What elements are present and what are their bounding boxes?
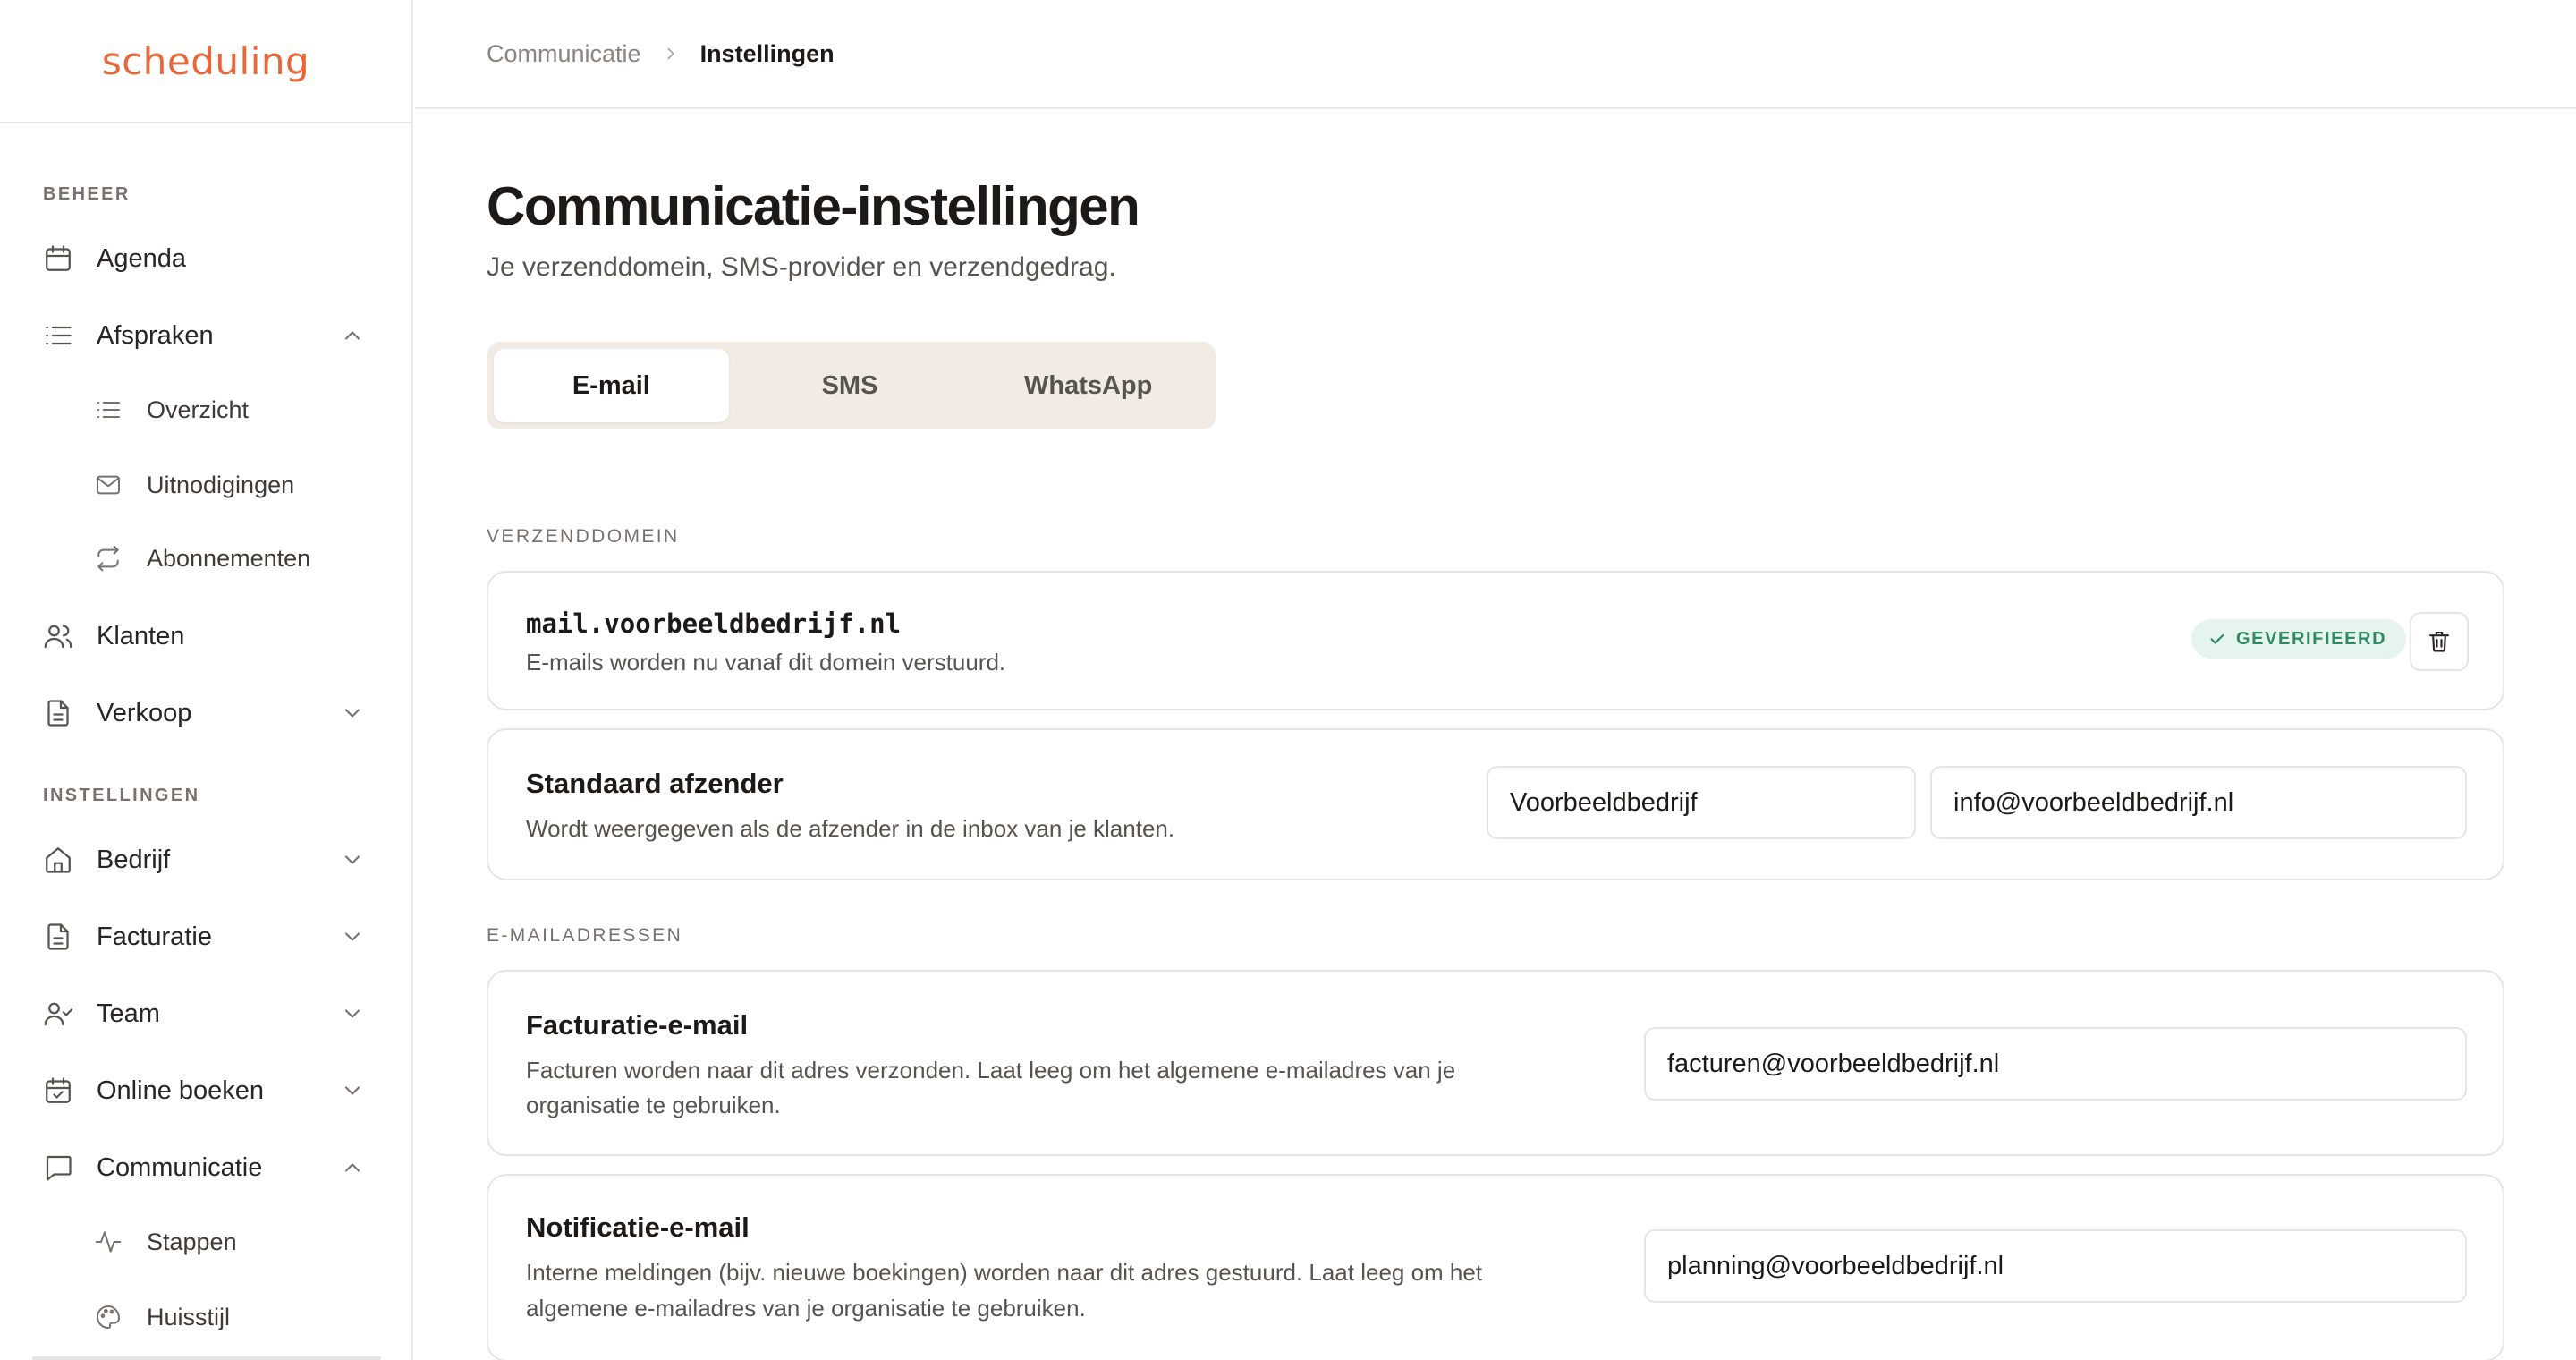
default-sender-description: Wordt weergegeven als de afzender in de … — [526, 815, 1175, 842]
brand-logo[interactable]: scheduling — [102, 39, 309, 83]
sidebar-item-afspraken[interactable]: Afspraken — [36, 306, 377, 365]
sidebar-item-klanten[interactable]: Klanten — [36, 607, 377, 666]
sidebar-item-label: Verkoop — [97, 698, 192, 727]
breadcrumb: Communicatie Instellingen — [415, 0, 2576, 109]
sidebar-section-instellingen: INSTELLINGEN — [43, 786, 200, 805]
sidebar-item-label: Uitnodigingen — [147, 471, 295, 498]
tab-email[interactable]: E-mail — [494, 349, 729, 422]
sidebar-subitem-huisstijl[interactable]: Huisstijl — [93, 1290, 377, 1344]
sidebar-item-label: Abonnementen — [147, 544, 311, 572]
delete-domain-button[interactable] — [2410, 612, 2469, 671]
message-icon — [41, 1151, 75, 1185]
activity-icon — [93, 1227, 123, 1257]
sender-email-input[interactable] — [1930, 766, 2467, 839]
sidebar-item-bedrijf[interactable]: Bedrijf — [36, 830, 377, 889]
sidebar-item-communicatie[interactable]: Communicatie — [36, 1138, 377, 1197]
repeat-icon — [93, 543, 123, 574]
document-icon — [41, 696, 75, 730]
sidebar-item-label: Facturatie — [97, 922, 212, 951]
user-check-icon — [41, 997, 75, 1031]
trash-icon — [2428, 631, 2450, 652]
chevron-up-icon — [344, 331, 360, 340]
billing-email-title: Facturatie-e-mail — [526, 1009, 749, 1041]
default-sender-card: Standaard afzender Wordt weergegeven als… — [487, 728, 2504, 880]
page-subtitle: Je verzenddomein, SMS-provider en verzen… — [487, 252, 1116, 282]
sidebar-subitem-uitnodigingen[interactable]: Uitnodigingen — [93, 458, 377, 512]
chevron-down-icon — [344, 855, 360, 864]
sidebar-item-label: Klanten — [97, 621, 185, 650]
calendar-icon — [41, 242, 75, 276]
sidebar-item-label: Agenda — [97, 243, 186, 273]
tab-sms[interactable]: SMS — [733, 349, 968, 422]
calendar-check-icon — [41, 1074, 75, 1108]
sidebar-item-label: Overzicht — [147, 395, 250, 423]
document-icon — [41, 920, 75, 954]
sidebar-item-team[interactable]: Team — [36, 984, 377, 1043]
notification-email-description-line1: Interne meldingen (bijv. nieuwe boekinge… — [526, 1259, 1483, 1286]
sender-name-input[interactable] — [1487, 766, 1916, 839]
notification-email-title: Notificatie-e-mail — [526, 1211, 750, 1243]
palette-icon — [93, 1302, 123, 1332]
breadcrumb-current: Instellingen — [699, 39, 835, 67]
sidebar-item-label: Huisstijl — [147, 1303, 231, 1330]
sidebar-item-label: Afspraken — [97, 320, 214, 350]
billing-email-input[interactable] — [1644, 1027, 2467, 1101]
chevron-down-icon — [344, 1086, 360, 1095]
home-icon — [41, 843, 75, 877]
mail-icon — [93, 470, 123, 500]
chevron-down-icon — [344, 932, 360, 941]
status-badge: GEVERIFIEERD — [2191, 619, 2407, 659]
channel-tabs: E-mail SMS WhatsApp — [487, 342, 1216, 429]
check-icon — [2210, 633, 2224, 644]
sidebar-item-label: Online boeken — [97, 1075, 265, 1105]
logo-area: scheduling — [0, 0, 411, 123]
billing-email-card: Facturatie-e-mail Facturen worden naar d… — [487, 970, 2504, 1156]
sidebar-item-agenda[interactable]: Agenda — [36, 229, 377, 288]
sidebar-scroll-edge — [32, 1356, 381, 1360]
section-label-verzenddomein: VERZENDDOMEIN — [487, 526, 680, 547]
users-icon — [41, 619, 75, 653]
notification-email-description-line2: algemene e-mailadres van je organisatie … — [526, 1295, 1086, 1322]
sidebar-subitem-overzicht[interactable]: Overzicht — [93, 383, 377, 437]
sidebar-item-label: Communicatie — [97, 1152, 263, 1182]
chevron-down-icon — [344, 709, 360, 718]
sidebar-subitem-abonnementen[interactable]: Abonnementen — [93, 531, 377, 585]
sidebar-item-label: Stappen — [147, 1228, 237, 1255]
chevron-up-icon — [344, 1163, 360, 1172]
notification-email-input[interactable] — [1644, 1229, 2467, 1303]
tab-whatsapp[interactable]: WhatsApp — [970, 349, 1206, 422]
status-badge-label: GEVERIFIEERD — [2236, 628, 2387, 649]
sidebar-subitem-stappen[interactable]: Stappen — [93, 1215, 377, 1269]
billing-email-description-line1: Facturen worden naar dit adres verzonden… — [526, 1057, 1456, 1084]
chevron-right-icon — [666, 47, 674, 60]
domain-card: mail.voorbeeldbedrijf.nl E-mails worden … — [487, 571, 2504, 710]
chevron-down-icon — [344, 1009, 360, 1018]
sidebar-section-beheer: BEHEER — [43, 184, 131, 204]
breadcrumb-parent[interactable]: Communicatie — [487, 40, 641, 68]
default-sender-title: Standaard afzender — [526, 768, 784, 799]
section-label-e-mailadressen: E-MAILADRESSEN — [487, 925, 683, 946]
billing-email-description-line2: organisatie te gebruiken. — [526, 1092, 781, 1118]
sidebar-item-facturatie[interactable]: Facturatie — [36, 907, 377, 966]
domain-description: E-mails worden nu vanaf dit domein verst… — [526, 649, 1006, 676]
sidebar-item-label: Team — [97, 999, 160, 1028]
sidebar-item-label: Bedrijf — [97, 845, 171, 874]
sidebar-item-online-boeken[interactable]: Online boeken — [36, 1061, 377, 1120]
list-icon — [41, 319, 75, 353]
list-icon — [93, 395, 123, 425]
sidebar: scheduling BEHEER Agenda Afspraken Overz… — [0, 0, 413, 1360]
notification-email-card: Notificatie-e-mail Interne meldingen (bi… — [487, 1174, 2504, 1360]
sidebar-item-verkoop[interactable]: Verkoop — [36, 684, 377, 743]
domain-name: mail.voorbeeldbedrijf.nl — [526, 608, 902, 639]
page-title: Communicatie-instellingen — [487, 176, 1140, 236]
